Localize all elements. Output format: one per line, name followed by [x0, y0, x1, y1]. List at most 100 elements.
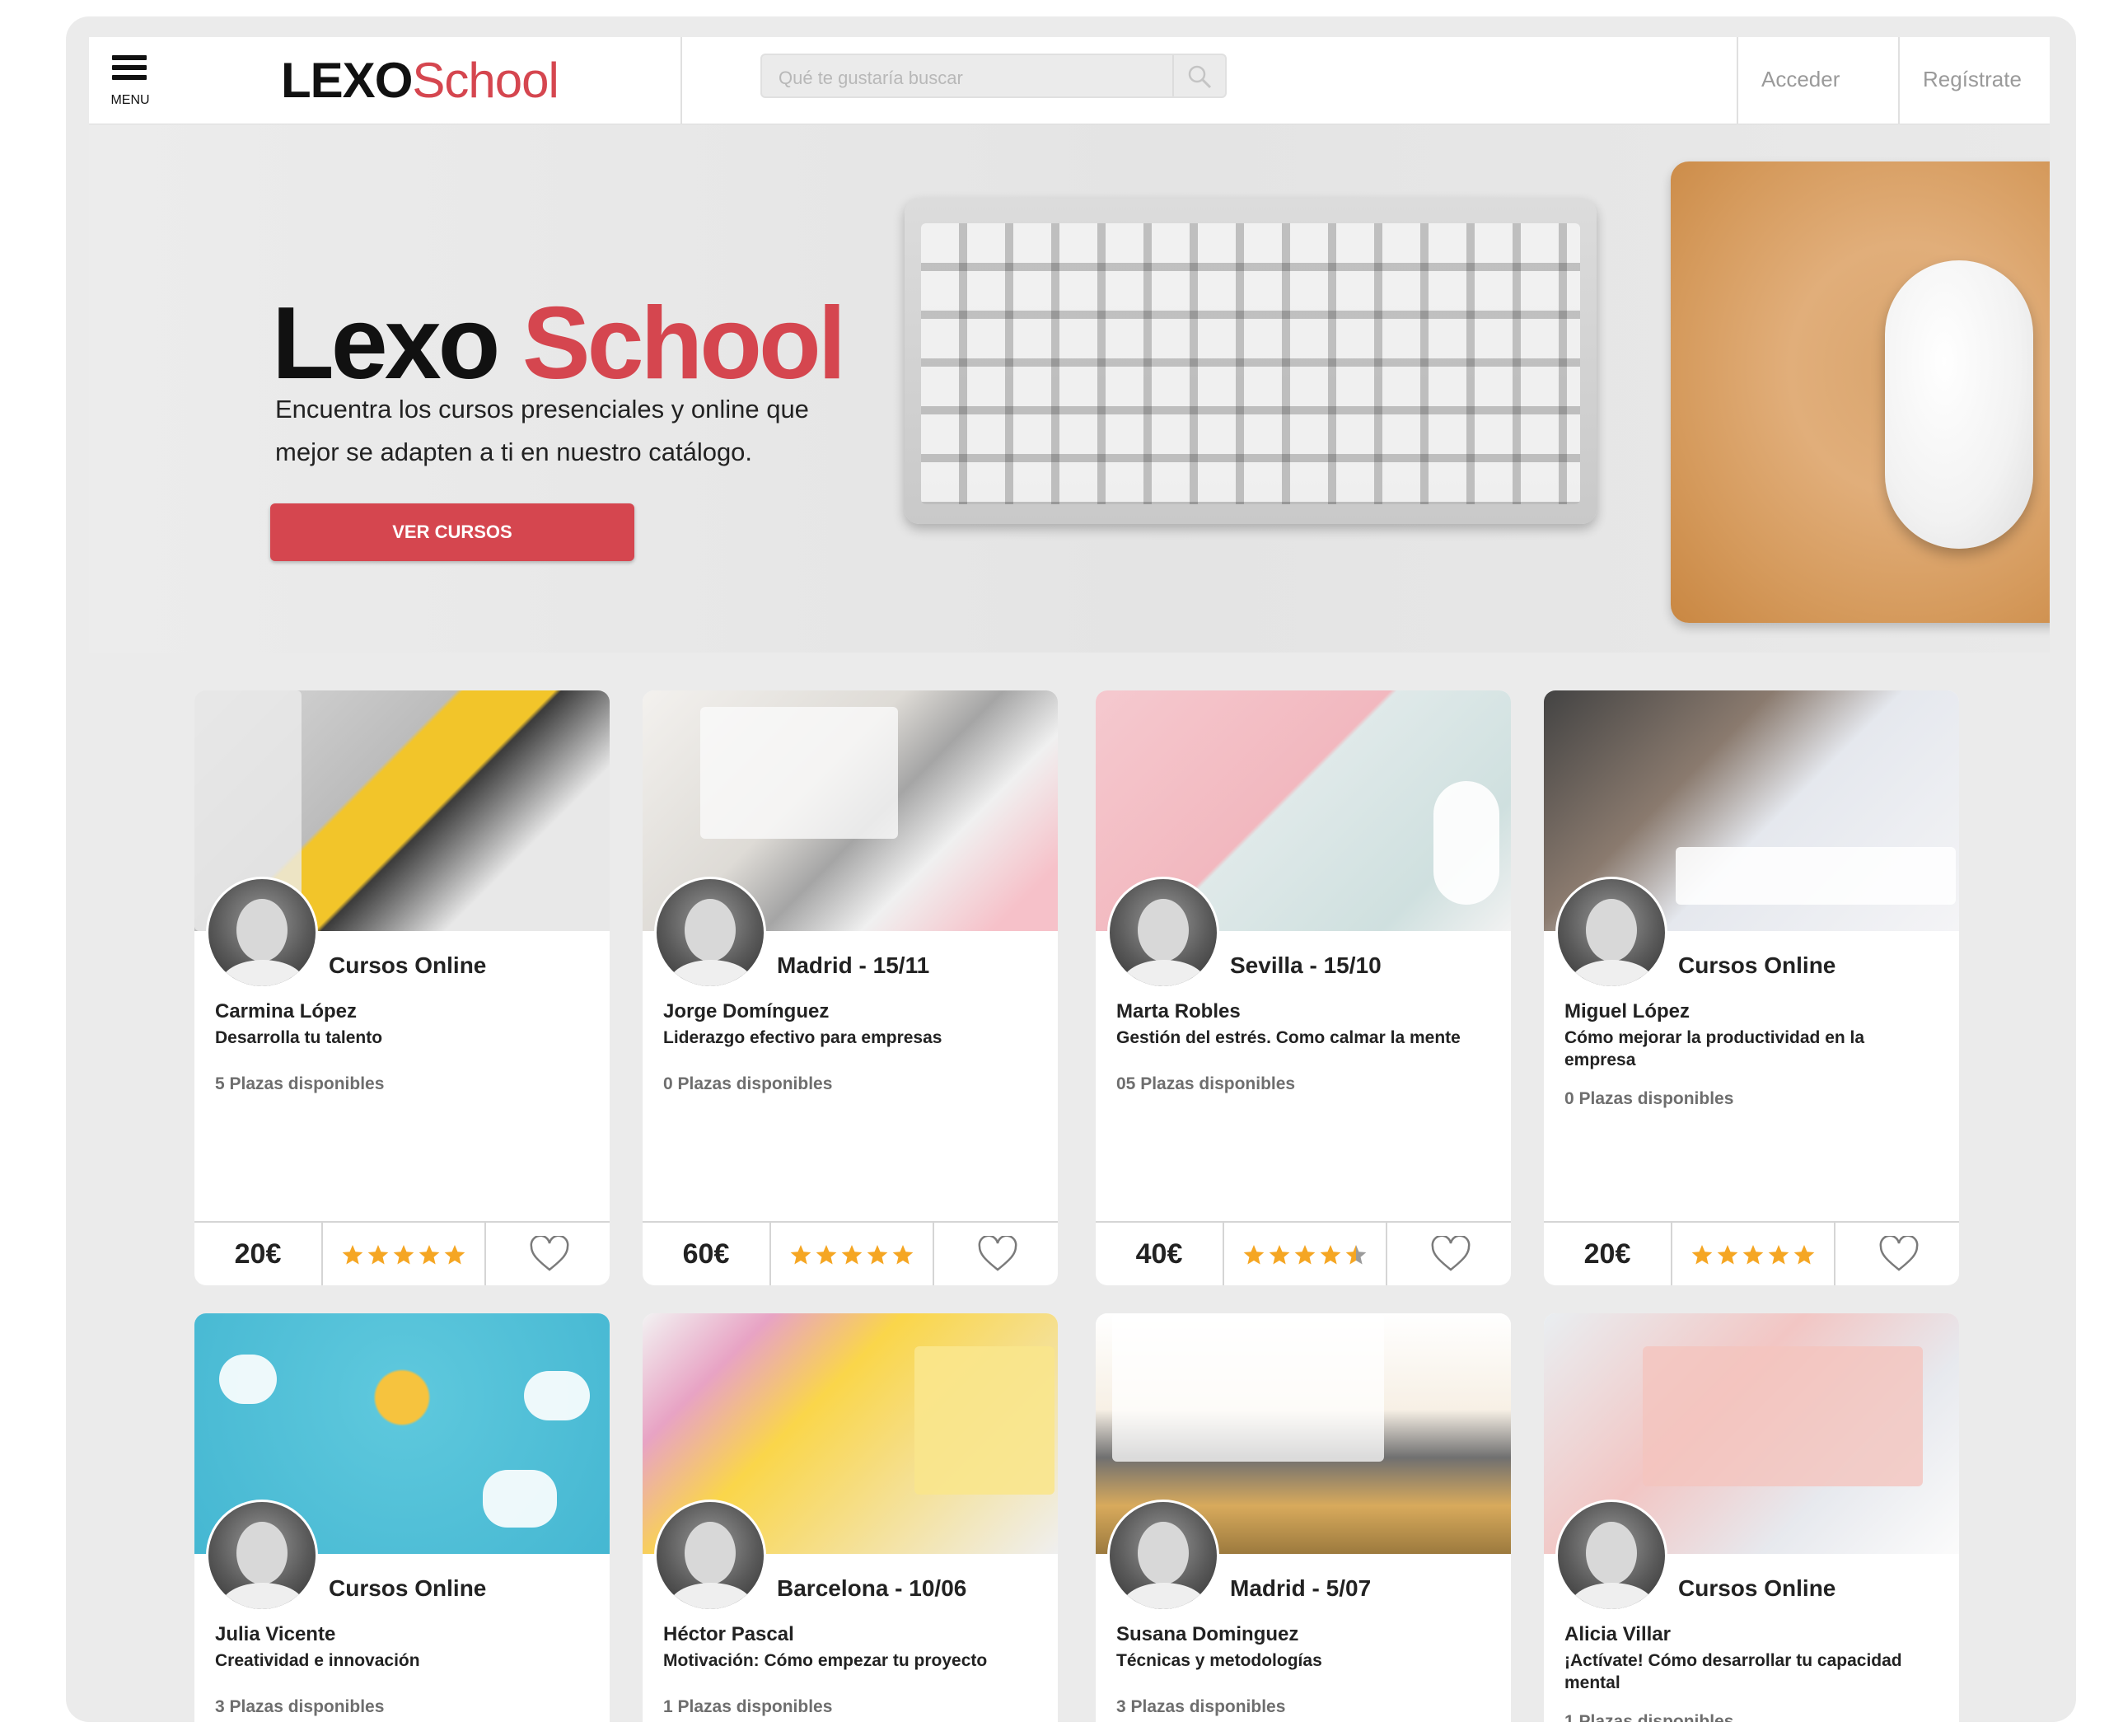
course-card[interactable]: Madrid - 5/07 Susana Dominguez Técnicas … [1096, 1313, 1511, 1722]
star-icon [1717, 1245, 1738, 1265]
heart-icon [1879, 1236, 1919, 1271]
teacher-name: Héctor Pascal [663, 1623, 794, 1645]
logo-school: School [412, 53, 559, 108]
teacher-name: Jorge Domínguez [663, 1000, 830, 1022]
star-icon [1768, 1245, 1789, 1265]
register-link[interactable]: Regístrate [1923, 67, 2022, 92]
available-spots: 3 Plazas disponibles [1116, 1697, 1286, 1716]
hero-banner: Lexo School Encuentra los cursos presenc… [89, 124, 2050, 653]
favorite-button[interactable] [1389, 1223, 1511, 1285]
star-icon [1294, 1245, 1316, 1265]
star-icon [1793, 1245, 1815, 1265]
star-rating-icon [1691, 1245, 1815, 1265]
teacher-name: Susana Dominguez [1116, 1623, 1299, 1645]
star-icon [1742, 1245, 1764, 1265]
teacher-name: Miguel López [1564, 1000, 1690, 1022]
star-icon [1269, 1245, 1290, 1265]
teacher-avatar [206, 877, 318, 989]
divider [1898, 37, 1900, 124]
available-spots: 3 Plazas disponibles [215, 1697, 385, 1716]
course-title: Gestión del estrés. Como calmar la mente [1116, 1028, 1461, 1047]
available-spots: 0 Plazas disponibles [663, 1074, 833, 1093]
star-rating-icon [790, 1245, 914, 1265]
teacher-name: Julia Vicente [215, 1623, 336, 1645]
course-card[interactable]: Cursos Online Alicia Villar ¡Actívate! C… [1544, 1313, 1959, 1722]
course-card[interactable]: Cursos Online Miguel López Cómo mejorar … [1544, 690, 1959, 1285]
star-icon [393, 1245, 414, 1265]
favorite-button[interactable] [1837, 1223, 1959, 1285]
hero-subtitle: Encuentra los cursos presenciales y onli… [275, 395, 809, 466]
star-icon [1243, 1245, 1265, 1265]
divider [680, 37, 682, 124]
course-location: Barcelona - 10/06 [777, 1575, 967, 1601]
rating-stars [773, 1223, 934, 1285]
hero-title: Lexo School [272, 287, 846, 400]
course-card[interactable]: Sevilla - 15/10 Marta Robles Gestión del… [1096, 690, 1511, 1285]
mouse-image [1885, 260, 2033, 549]
header: MENU LEXOSchool Qué te gustaría buscar A… [89, 37, 2050, 124]
search-placeholder: Qué te gustaría buscar [779, 68, 963, 88]
course-card[interactable]: Barcelona - 10/06 Héctor Pascal Motivaci… [643, 1313, 1058, 1722]
search-icon [1188, 65, 1212, 89]
star-icon [367, 1245, 389, 1265]
course-card[interactable]: Cursos Online Julia Vicente Creatividad … [194, 1313, 610, 1722]
favorite-button[interactable] [488, 1223, 610, 1285]
teacher-name: Alicia Villar [1564, 1623, 1671, 1645]
star-icon [892, 1245, 914, 1265]
available-spots: 5 Plazas disponibles [215, 1074, 385, 1093]
teacher-avatar [1555, 877, 1667, 989]
logo[interactable]: LEXOSchool [281, 52, 559, 109]
search-input[interactable]: Qué te gustaría buscar [760, 54, 1227, 98]
teacher-avatar [1107, 877, 1219, 989]
teacher-avatar [654, 1500, 766, 1612]
teacher-avatar [654, 877, 766, 989]
card-footer: 60€ [643, 1221, 1058, 1285]
teacher-name: Carmina López [215, 1000, 358, 1022]
teacher-avatar [206, 1500, 318, 1612]
course-price: 20€ [1544, 1223, 1672, 1285]
hamburger-icon [112, 55, 147, 85]
heart-icon [1431, 1236, 1471, 1271]
star-icon [342, 1245, 363, 1265]
card-footer: 20€ [1544, 1221, 1959, 1285]
course-location: Cursos Online [1678, 952, 1836, 978]
divider [1737, 37, 1738, 124]
login-link[interactable]: Acceder [1761, 67, 1840, 92]
menu-label: MENU [110, 93, 150, 107]
star-icon [816, 1245, 837, 1265]
teacher-name: Marta Robles [1116, 1000, 1241, 1022]
course-card[interactable]: Cursos Online Carmina López Desarrolla t… [194, 690, 610, 1285]
course-title: ¡Actívate! Cómo desarrollar tu capacidad… [1564, 1651, 1902, 1692]
menu-button[interactable]: MENU [107, 55, 153, 110]
course-title: Cómo mejorar la productividad en la empr… [1564, 1028, 1865, 1069]
teacher-avatar [1107, 1500, 1219, 1612]
star-icon [1345, 1245, 1367, 1265]
card-footer: 20€ [194, 1221, 610, 1285]
star-icon [1320, 1245, 1341, 1265]
teacher-avatar [1555, 1500, 1667, 1612]
heart-icon [530, 1236, 569, 1271]
star-icon [841, 1245, 863, 1265]
course-price: 20€ [194, 1223, 323, 1285]
available-spots: 0 Plazas disponibles [1564, 1089, 1734, 1108]
star-icon [1691, 1245, 1713, 1265]
course-card[interactable]: Madrid - 15/11 Jorge Domínguez Liderazgo… [643, 690, 1058, 1285]
logo-lexo: LEXO [281, 53, 413, 108]
rating-stars [325, 1223, 486, 1285]
available-spots: 05 Plazas disponibles [1116, 1074, 1296, 1093]
view-courses-button[interactable]: VER CURSOS [270, 503, 634, 561]
keyboard-image [905, 199, 1597, 524]
favorite-button[interactable] [936, 1223, 1058, 1285]
course-location: Sevilla - 15/10 [1230, 952, 1382, 978]
course-title: Creatividad e innovación [215, 1651, 420, 1670]
rating-stars [1226, 1223, 1387, 1285]
course-location: Cursos Online [329, 952, 487, 978]
course-price: 60€ [643, 1223, 771, 1285]
star-rating-icon [1243, 1245, 1367, 1265]
star-rating-icon [342, 1245, 465, 1265]
star-icon [867, 1245, 888, 1265]
course-title: Motivación: Cómo empezar tu proyecto [663, 1651, 988, 1670]
course-location: Madrid - 5/07 [1230, 1575, 1372, 1601]
search-button[interactable] [1172, 55, 1225, 96]
course-location: Cursos Online [1678, 1575, 1836, 1601]
